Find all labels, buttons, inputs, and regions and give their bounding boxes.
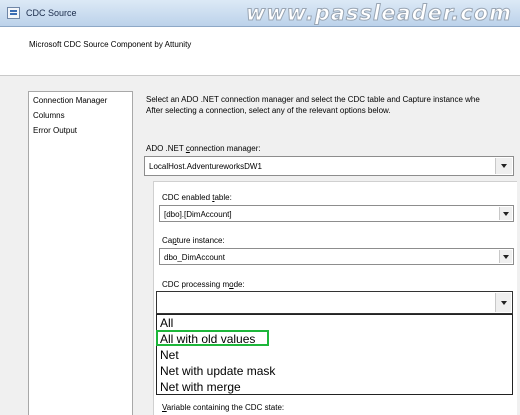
chevron-down-icon[interactable] — [495, 158, 512, 174]
cdc-table-label-pre: CDC enabled — [162, 193, 213, 202]
watermark-text: www.passleader.com — [245, 1, 512, 26]
instruction-text: Select an ADO .NET connection manager an… — [146, 94, 518, 116]
nav-item-error-output[interactable]: Error Output — [33, 126, 77, 135]
cdc-table-label-post: able: — [214, 193, 232, 202]
connection-manager-label: ADO .NET connection manager: — [146, 144, 261, 153]
component-title: Microsoft CDC Source Component by Attuni… — [29, 40, 192, 49]
cdc-table-value: [dbo].[DimAccount] — [164, 210, 232, 219]
app-window-icon — [7, 7, 20, 19]
highlighted-option-outline — [156, 330, 269, 346]
instruction-line-2: After selecting a connection, select any… — [146, 106, 391, 115]
dropdown-option-all[interactable]: All — [160, 316, 173, 330]
connection-manager-value: LocalHost.AdventureworksDW1 — [149, 162, 262, 171]
dropdown-option-net[interactable]: Net — [160, 348, 179, 362]
capture-instance-label-pre: Ca — [162, 236, 173, 245]
connection-manager-combo[interactable]: LocalHost.AdventureworksDW1 — [144, 156, 514, 176]
processing-mode-label: CDC processing mode: — [162, 280, 245, 289]
processing-mode-dropdown-list: All All with old values Net Net with upd… — [156, 314, 513, 395]
dialog-header — [0, 28, 520, 75]
instruction-line-1: Select an ADO .NET connection manager an… — [146, 95, 480, 104]
title-bar: CDC Source www.passleader.com — [0, 0, 520, 27]
processing-mode-label-pre: CDC processing m — [162, 280, 230, 289]
chevron-down-icon[interactable] — [499, 250, 512, 263]
connection-manager-label-pre: ADO .NET — [146, 144, 186, 153]
nav-item-columns[interactable]: Columns — [33, 111, 65, 120]
window-title: CDC Source — [26, 8, 77, 18]
dropdown-option-net-with-merge[interactable]: Net with merge — [160, 380, 241, 394]
cdc-table-label: CDC enabled table: — [162, 193, 232, 202]
dropdown-option-net-with-update-mask[interactable]: Net with update mask — [160, 364, 275, 378]
capture-instance-label: Capture instance: — [162, 236, 225, 245]
capture-instance-combo[interactable]: dbo_DimAccount — [159, 248, 514, 265]
processing-mode-combo[interactable] — [156, 291, 513, 314]
state-variable-label: Variable containing the CDC state: — [162, 403, 284, 412]
connection-manager-label-post: onnection manager: — [189, 144, 261, 153]
capture-instance-value: dbo_DimAccount — [164, 253, 225, 262]
state-variable-label-post: ariable containing the CDC state: — [166, 403, 285, 412]
capture-instance-label-post: ture instance: — [176, 236, 225, 245]
chevron-down-icon[interactable] — [499, 207, 512, 220]
processing-mode-label-post: de: — [233, 280, 245, 289]
chevron-down-icon[interactable] — [495, 293, 511, 312]
nav-item-connection-manager[interactable]: Connection Manager — [33, 96, 107, 105]
navigation-panel: Connection Manager Columns Error Output — [28, 91, 133, 415]
cdc-table-combo[interactable]: [dbo].[DimAccount] — [159, 205, 514, 222]
